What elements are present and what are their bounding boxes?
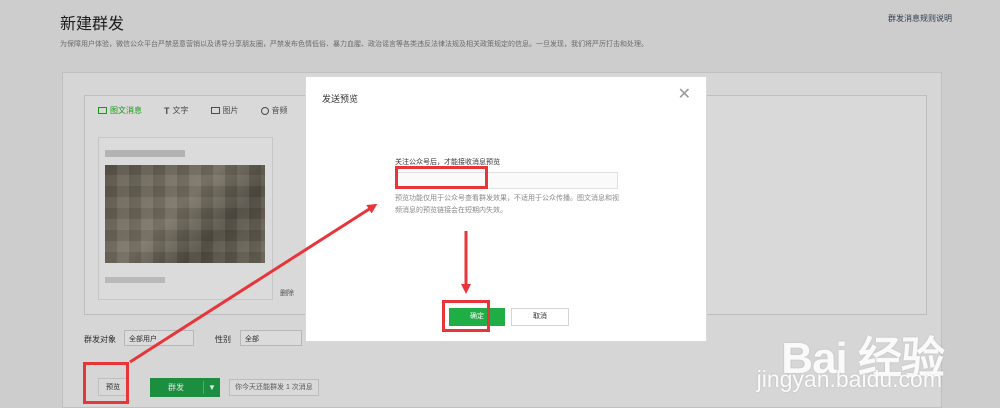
arrow-to-input	[129, 203, 378, 364]
baidu-watermark-url: jingyan.baidu.com	[756, 366, 942, 392]
